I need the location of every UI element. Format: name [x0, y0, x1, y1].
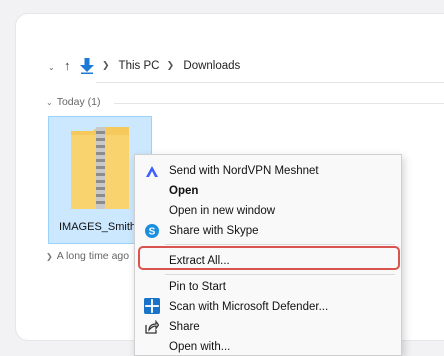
file-name-label: IMAGES_Smith — [59, 221, 137, 233]
up-arrow-icon[interactable]: ↑ — [64, 58, 71, 73]
group-divider — [114, 103, 444, 104]
breadcrumb-this-pc[interactable]: This PC — [119, 60, 160, 72]
menu-item-label: Pin to Start — [169, 281, 226, 293]
breadcrumb-separator-icon: ❯ — [166, 60, 175, 70]
menu-item-scan-defender[interactable]: Scan with Microsoft Defender... — [135, 297, 401, 317]
menu-separator — [165, 244, 395, 245]
expand-chevron-icon: ❯ — [46, 252, 53, 261]
menu-item-share[interactable]: Share — [135, 317, 401, 337]
group-label-older: A long time ago — [56, 250, 130, 262]
menu-item-label: Open — [169, 185, 199, 197]
group-header-older[interactable]: ❯ A long time ago — [46, 250, 129, 262]
share-icon — [145, 320, 159, 334]
svg-text:S: S — [149, 227, 156, 238]
menu-item-label: Scan with Microsoft Defender... — [169, 301, 329, 313]
downloads-arrow-icon — [80, 58, 94, 74]
extract-all-highlight — [138, 246, 400, 270]
breadcrumb: ❯ This PC ❯ Downloads — [98, 60, 240, 72]
menu-item-label: Share with Skype — [169, 225, 259, 237]
address-bar-row: ⌄ ↑ ❯ This PC ❯ Downloads — [16, 54, 444, 84]
nordvpn-icon — [146, 166, 158, 177]
menu-item-send-nordvpn[interactable]: Send with NordVPN Meshnet — [135, 161, 401, 181]
zip-folder-icon — [71, 127, 129, 209]
recent-locations-chevron-icon[interactable]: ⌄ — [48, 63, 55, 72]
menu-separator — [165, 274, 395, 275]
skype-icon: S — [145, 224, 159, 238]
menu-item-open-new-window[interactable]: Open in new window — [135, 201, 401, 221]
menu-item-label: Open in new window — [169, 205, 276, 217]
menu-item-label: Share — [169, 321, 200, 333]
collapse-chevron-icon: ⌄ — [46, 98, 53, 107]
screenshot-card: ⌄ ↑ ❯ This PC ❯ Downloads ⌄ Today (1) IM… — [0, 0, 444, 356]
group-header-today[interactable]: ⌄ Today (1) — [46, 96, 100, 108]
menu-item-share-skype[interactable]: S Share with Skype — [135, 221, 401, 241]
menu-item-label: Open with... — [169, 341, 231, 353]
menu-item-open-with[interactable]: Open with... — [135, 337, 401, 356]
menu-item-open[interactable]: Open — [135, 181, 401, 201]
breadcrumb-downloads[interactable]: Downloads — [183, 60, 240, 72]
menu-item-pin-to-start[interactable]: Pin to Start — [135, 277, 401, 297]
group-label-today: Today (1) — [56, 96, 101, 108]
defender-icon — [144, 298, 160, 314]
menu-item-label: Send with NordVPN Meshnet — [169, 165, 319, 177]
breadcrumb-separator-icon: ❯ — [102, 60, 110, 70]
